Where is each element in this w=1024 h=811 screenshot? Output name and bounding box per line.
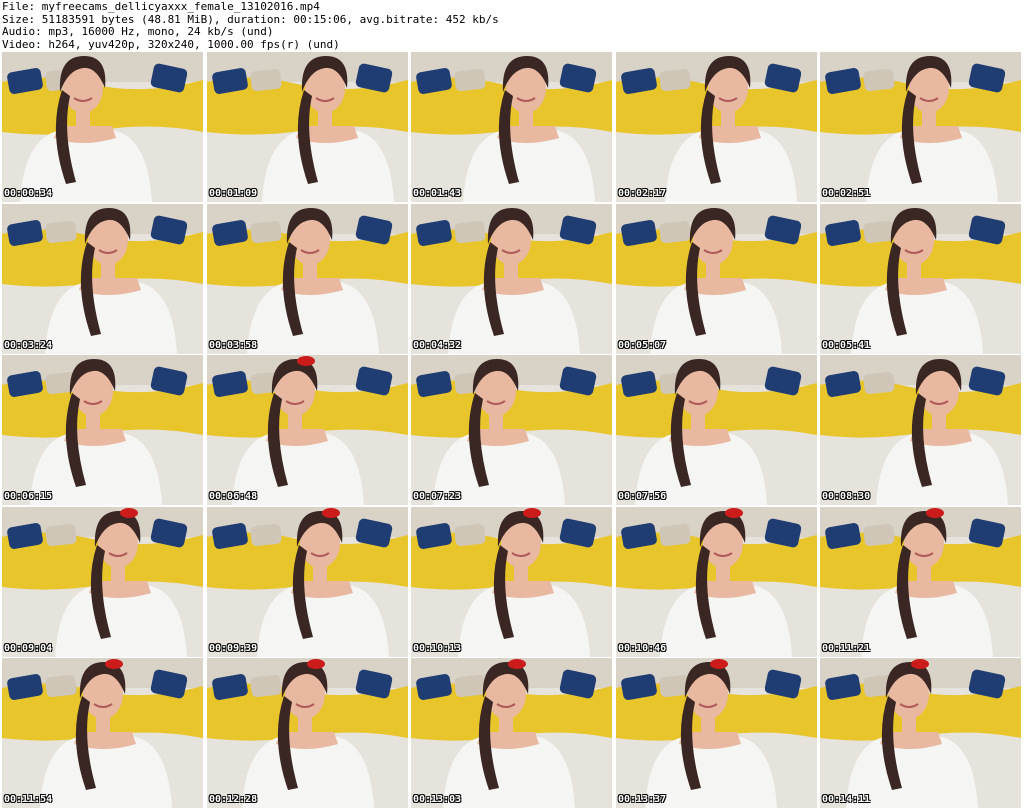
video-thumbnail: 00:12:28 <box>207 658 408 808</box>
video-thumbnail: 00:10:13 <box>411 507 612 657</box>
thumbnail-timestamp: 00:04:32 <box>413 340 462 351</box>
video-frame-image <box>2 204 203 354</box>
video-thumbnail: 00:03:24 <box>2 204 203 354</box>
video-frame-image <box>207 204 408 354</box>
video-thumbnail: 00:11:54 <box>2 658 203 808</box>
thumbnail-timestamp: 00:05:07 <box>618 340 667 351</box>
video-frame-image <box>616 355 817 505</box>
thumbnail-timestamp: 00:14:11 <box>822 794 871 805</box>
video-thumbnail: 00:07:56 <box>616 355 817 505</box>
video-frame-image <box>411 355 612 505</box>
thumbnail-timestamp: 00:07:56 <box>618 491 667 502</box>
thumbnail-timestamp: 00:00:34 <box>4 188 53 199</box>
thumbnail-timestamp: 00:11:21 <box>822 643 871 654</box>
thumbnail-timestamp: 00:12:28 <box>209 794 258 805</box>
thumbnail-timestamp: 00:01:09 <box>209 188 258 199</box>
video-frame-image <box>411 658 612 808</box>
video-frame-image <box>411 507 612 657</box>
thumbnail-timestamp: 00:03:58 <box>209 340 258 351</box>
video-thumbnail: 00:06:15 <box>2 355 203 505</box>
video-frame-image <box>616 52 817 202</box>
video-thumbnail: 00:13:37 <box>616 658 817 808</box>
thumbnail-timestamp: 00:01:43 <box>413 188 462 199</box>
video-thumbnail: 00:09:39 <box>207 507 408 657</box>
video-thumbnail: 00:07:23 <box>411 355 612 505</box>
video-thumbnail: 00:02:51 <box>820 52 1021 202</box>
video-frame-image <box>411 52 612 202</box>
video-frame-image <box>616 507 817 657</box>
video-thumbnail: 00:13:03 <box>411 658 612 808</box>
thumbnail-timestamp: 00:09:39 <box>209 643 258 654</box>
video-frame-image <box>411 204 612 354</box>
video-frame-image <box>820 658 1021 808</box>
thumbnail-timestamp: 00:10:46 <box>618 643 667 654</box>
video-frame-image <box>207 507 408 657</box>
thumbnail-timestamp: 00:02:17 <box>618 188 667 199</box>
file-name-line: File: myfreecams_dellicyaxxx_female_1310… <box>2 0 320 13</box>
video-thumbnail: 00:00:34 <box>2 52 203 202</box>
video-frame-image <box>2 52 203 202</box>
video-thumbnail: 00:11:21 <box>820 507 1021 657</box>
video-frame-image <box>2 355 203 505</box>
video-info-line: Video: h264, yuv420p, 320x240, 1000.00 f… <box>2 37 340 51</box>
thumbnail-timestamp: 00:02:51 <box>822 188 871 199</box>
video-frame-image <box>616 658 817 808</box>
video-thumbnail: 00:05:07 <box>616 204 817 354</box>
video-thumbnail: 00:09:04 <box>2 507 203 657</box>
video-thumbnail: 00:01:09 <box>207 52 408 202</box>
video-frame-image <box>207 658 408 808</box>
video-frame-image <box>207 52 408 202</box>
thumbnail-timestamp: 00:11:54 <box>4 794 53 805</box>
video-thumbnail: 00:01:43 <box>411 52 612 202</box>
video-frame-image <box>820 355 1021 505</box>
video-thumbnail: 00:14:11 <box>820 658 1021 808</box>
video-thumbnail: 00:02:17 <box>616 52 817 202</box>
video-frame-image <box>2 507 203 657</box>
video-frame-image <box>820 52 1021 202</box>
video-thumbnail: 00:08:30 <box>820 355 1021 505</box>
file-info-header: File: myfreecams_dellicyaxxx_female_1310… <box>2 0 1022 51</box>
thumbnail-grid: 00:00:34 00:01:09 00:01:43 00:02:17 00:02:51… <box>0 52 1024 811</box>
video-thumbnail: 00:03:58 <box>207 204 408 354</box>
thumbnail-timestamp: 00:07:23 <box>413 491 462 502</box>
thumbnail-timestamp: 00:03:24 <box>4 340 53 351</box>
video-thumbnail: 00:05:41 <box>820 204 1021 354</box>
thumbnail-timestamp: 00:06:48 <box>209 491 258 502</box>
thumbnail-timestamp: 00:05:41 <box>822 340 871 351</box>
video-frame-image <box>207 355 408 505</box>
thumbnail-timestamp: 00:08:30 <box>822 491 871 502</box>
thumbnail-timestamp: 00:13:03 <box>413 794 462 805</box>
thumbnail-timestamp: 00:09:04 <box>4 643 53 654</box>
video-frame-image <box>2 658 203 808</box>
video-frame-image <box>820 507 1021 657</box>
video-thumbnail: 00:04:32 <box>411 204 612 354</box>
video-thumbnail: 00:10:46 <box>616 507 817 657</box>
audio-info-line: Audio: mp3, 16000 Hz, mono, 24 kb/s (und… <box>2 25 274 38</box>
thumbnail-timestamp: 00:13:37 <box>618 794 667 805</box>
video-frame-image <box>820 204 1021 354</box>
video-thumbnail: 00:06:48 <box>207 355 408 505</box>
video-frame-image <box>616 204 817 354</box>
thumbnail-timestamp: 00:10:13 <box>413 643 462 654</box>
thumbnail-timestamp: 00:06:15 <box>4 491 53 502</box>
